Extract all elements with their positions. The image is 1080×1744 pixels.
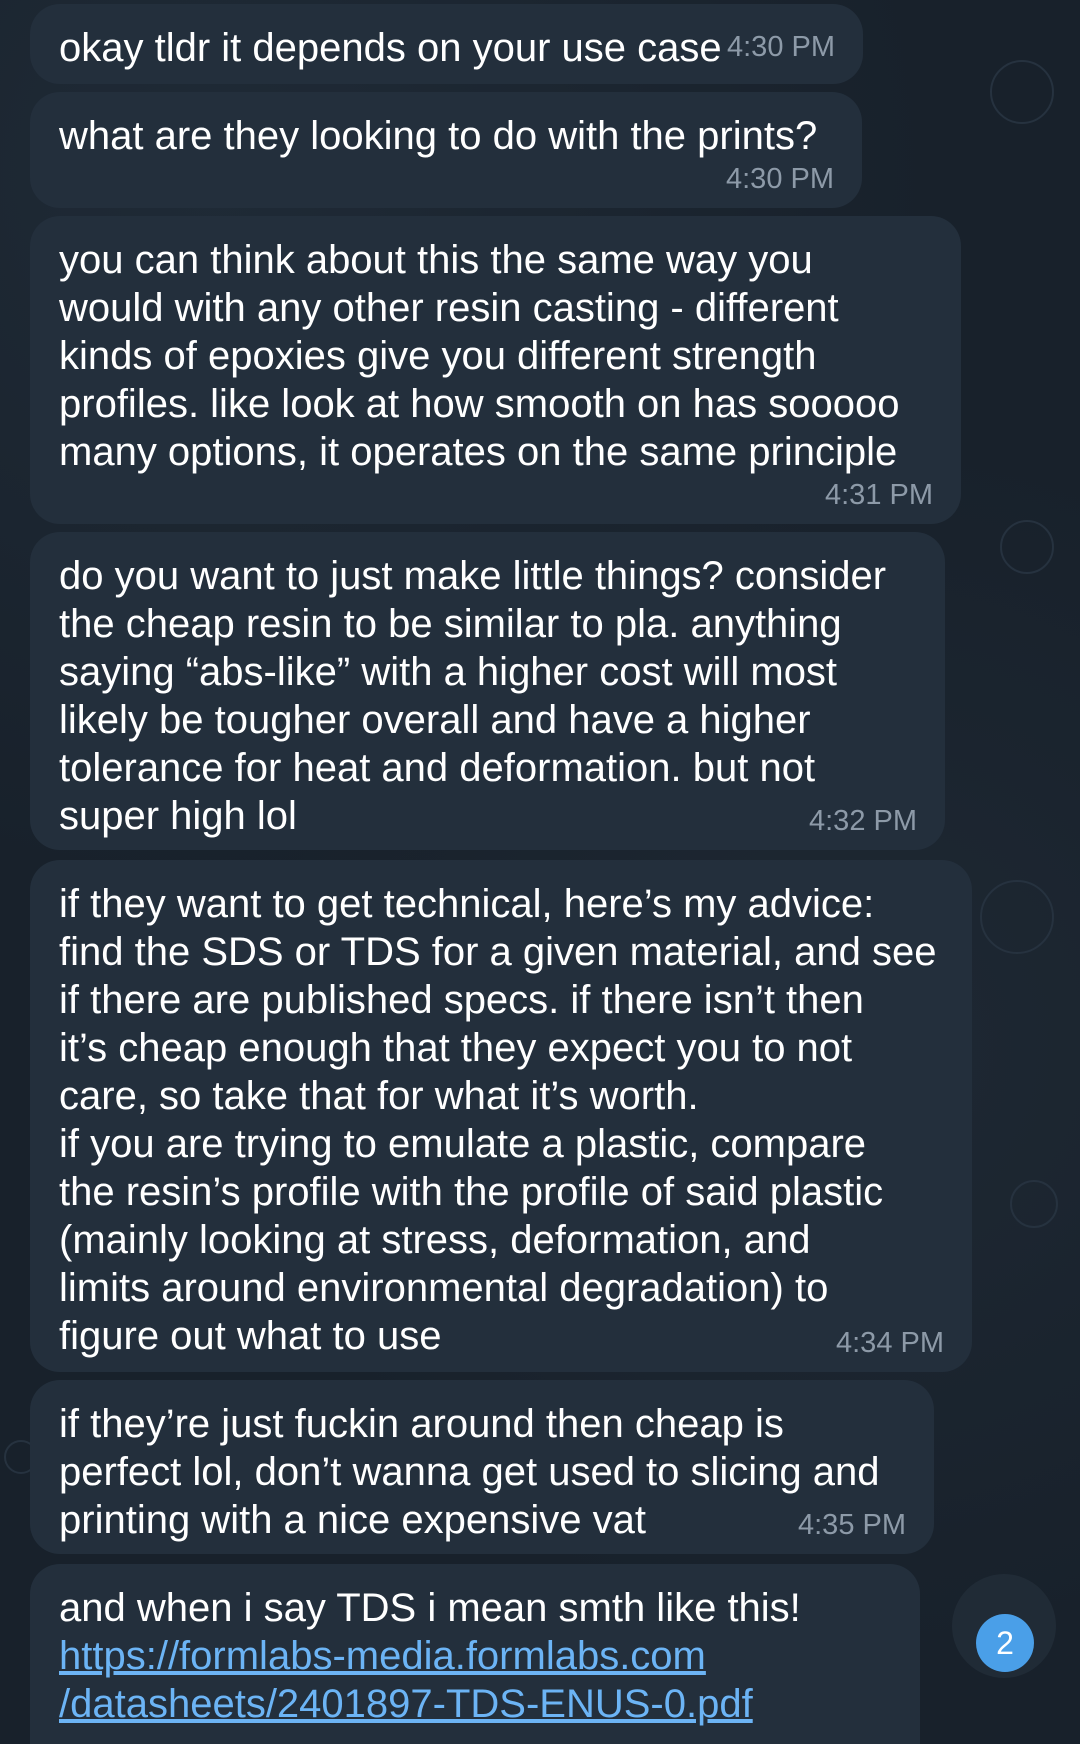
message-text: and when i say TDS i mean smth like this… [59, 1586, 801, 1630]
message-bubble[interactable]: you can think about this the same way yo… [30, 216, 961, 524]
message-time: 4:32 PM [809, 805, 917, 837]
message-link[interactable]: /datasheets/2401897-TDS-ENUS-0.pdf [59, 1680, 892, 1728]
message-time: 4:31 PM [825, 479, 933, 511]
message-time: 4:34 PM [836, 1327, 944, 1359]
message-text: you can think about this the same way yo… [59, 238, 900, 474]
message-time: 4:30 PM [726, 163, 834, 195]
message-text: if they’re just fuckin around then cheap… [59, 1402, 880, 1542]
message-link[interactable]: https://formlabs-media.formlabs.com [59, 1632, 892, 1680]
wallpaper-doodle [980, 880, 1054, 954]
wallpaper-doodle [1000, 520, 1054, 574]
unread-count-badge: 2 [976, 1614, 1034, 1672]
message-text: okay tldr it depends on your use case [59, 26, 722, 70]
message-text: if they want to get technical, here’s my… [59, 882, 937, 1358]
message-text: what are they looking to do with the pri… [59, 114, 818, 158]
message-bubble[interactable]: if they want to get technical, here’s my… [30, 860, 972, 1372]
message-bubble[interactable]: okay tldr it depends on your use case 4:… [30, 4, 863, 84]
message-time: 4:35 PM [798, 1509, 906, 1541]
message-time: 4:30 PM [727, 31, 835, 63]
wallpaper-doodle [1010, 1180, 1058, 1228]
message-text: do you want to just make little things? … [59, 554, 887, 838]
message-bubble[interactable]: what are they looking to do with the pri… [30, 92, 862, 208]
message-bubble[interactable]: do you want to just make little things? … [30, 532, 945, 850]
message-bubble[interactable]: if they’re just fuckin around then cheap… [30, 1380, 934, 1554]
wallpaper-doodle [990, 60, 1054, 124]
message-bubble[interactable]: and when i say TDS i mean smth like this… [30, 1564, 920, 1744]
